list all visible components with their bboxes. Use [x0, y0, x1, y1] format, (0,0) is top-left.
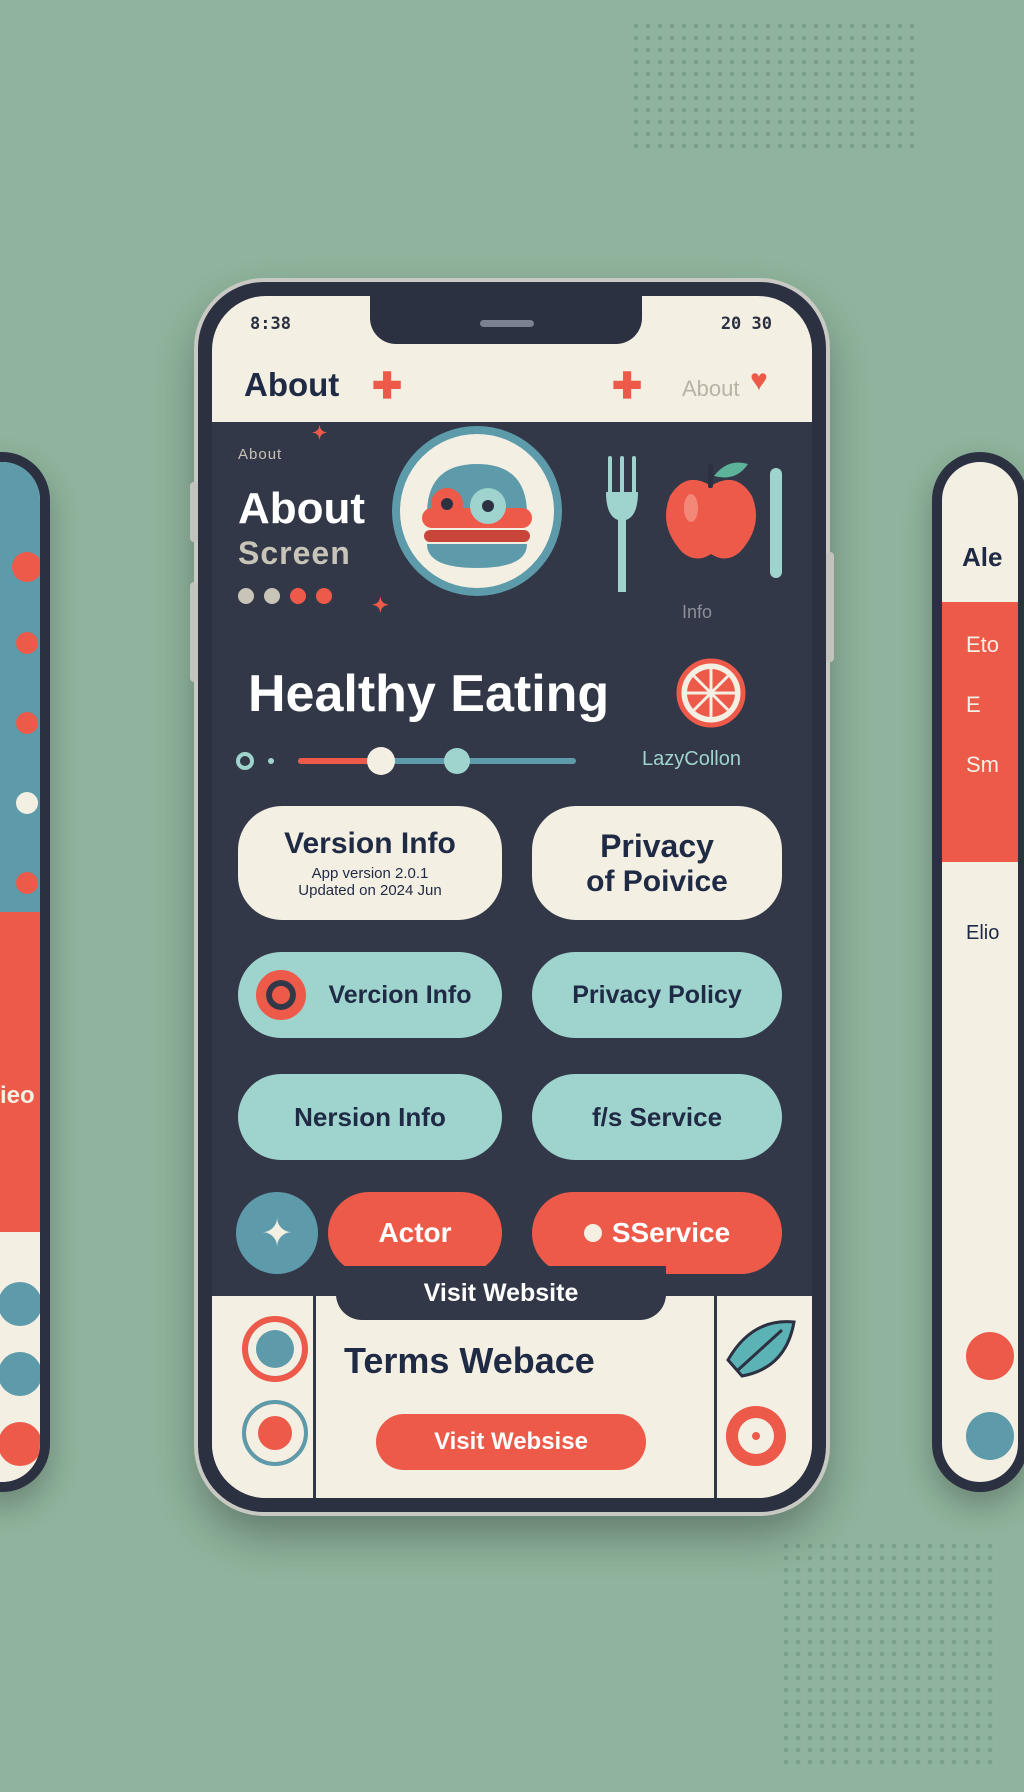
right-preview-item: Eto [966, 632, 1000, 657]
terms-title: Terms Webace [344, 1340, 595, 1381]
left-preview-phone: ieo [0, 452, 50, 1492]
star-icon: ✦ [312, 423, 328, 443]
privacy-card-line: of Poivice [586, 864, 728, 898]
status-time: 8:38 [250, 314, 291, 334]
plus-icon[interactable]: ✚ [612, 368, 642, 404]
right-preview-button[interactable] [966, 1412, 1014, 1460]
app-name: Healthy Eating [248, 665, 610, 723]
visit-website-button[interactable]: Visit Websise [376, 1414, 646, 1470]
left-preview-dot [16, 712, 38, 734]
slider-thumb[interactable] [367, 747, 396, 775]
right-preview-title: Ale [962, 542, 1003, 572]
sparkle-button[interactable]: ✦ [236, 1192, 318, 1274]
right-preview-item: Elio [966, 922, 1000, 944]
plus-icon[interactable]: ✚ [372, 368, 402, 404]
actor-button[interactable]: Actor [328, 1192, 502, 1274]
version-info-card-title: Version Info [284, 827, 456, 860]
privacy-policy-button[interactable]: Privacy Policy [532, 952, 782, 1038]
version-info-card-line: App version 2.0.1 [311, 865, 429, 882]
right-preview-phone: Ale Eto E Sm Elio [932, 452, 1024, 1492]
service-icon [583, 1224, 602, 1242]
main-phone: 8:38 20 30 About ✚ ✚ About ♥ About About… [190, 282, 834, 1512]
left-preview-button[interactable] [0, 1422, 40, 1466]
bottom-panel: Terms Webace Visit Websise [212, 1296, 812, 1498]
left-preview-dot [16, 792, 38, 814]
service-button[interactable]: SService [532, 1192, 782, 1274]
phone-screen: 8:38 20 30 About ✚ ✚ About ♥ About About… [212, 296, 812, 1498]
hero-tiny-label: About [238, 446, 283, 463]
record-button[interactable] [726, 1406, 786, 1466]
status-indicators: 20 30 [720, 314, 772, 334]
right-preview-button[interactable] [966, 1332, 1014, 1380]
visit-website-tab[interactable]: Visit Website [336, 1266, 666, 1320]
slider-marker [444, 748, 470, 774]
author-label: LazyCollon [642, 748, 741, 770]
apple-icon [666, 462, 756, 559]
version-info-card-line: Updated on 2024 Jun [298, 882, 442, 899]
knife-icon [770, 468, 782, 578]
background-dot-pattern [630, 20, 920, 150]
version-info-button-label: Vercion Info [328, 980, 472, 1009]
left-preview-dot [16, 632, 38, 654]
record-icon [256, 970, 306, 1020]
left-preview-button[interactable] [0, 1352, 40, 1396]
heart-icon[interactable]: ♥ [750, 364, 768, 398]
right-preview-item: E [966, 692, 981, 717]
privacy-card-line: Privacy [600, 827, 714, 864]
hero-dots [238, 588, 388, 604]
grapefruit-icon [676, 658, 746, 728]
left-preview-dot [16, 872, 38, 894]
background-dot-pattern [780, 1540, 1000, 1770]
left-preview-button[interactable] [0, 1282, 40, 1326]
privacy-card[interactable]: Privacy of Poivice [532, 806, 782, 920]
left-preview-label: ieo [0, 1082, 35, 1109]
left-preview-dot [12, 552, 40, 582]
slider[interactable] [236, 746, 576, 776]
hero-text-block: About About Screen [238, 446, 388, 604]
page-title: About [244, 366, 340, 403]
star-icon: ✦ [372, 595, 389, 617]
hero-subtitle: Screen [238, 535, 351, 571]
version-info-card[interactable]: Version Info App version 2.0.1 Updated o… [238, 806, 502, 920]
service-button-label: SService [611, 1217, 731, 1248]
version-info-button-2[interactable]: Nersion Info [238, 1074, 502, 1160]
version-info-button[interactable]: Vercion Info [238, 952, 502, 1038]
fork-icon [606, 456, 638, 592]
record-button[interactable] [242, 1316, 308, 1382]
right-preview-item: Sm [966, 752, 999, 777]
hero-title: About [238, 484, 366, 533]
terms-service-button[interactable]: f/s Service [532, 1074, 782, 1160]
burger-icon [392, 426, 562, 596]
notch [370, 296, 642, 344]
leaf-icon [726, 1320, 796, 1378]
info-label: Info [682, 602, 713, 622]
header-right-label[interactable]: About [682, 376, 740, 402]
record-button[interactable] [242, 1400, 308, 1466]
